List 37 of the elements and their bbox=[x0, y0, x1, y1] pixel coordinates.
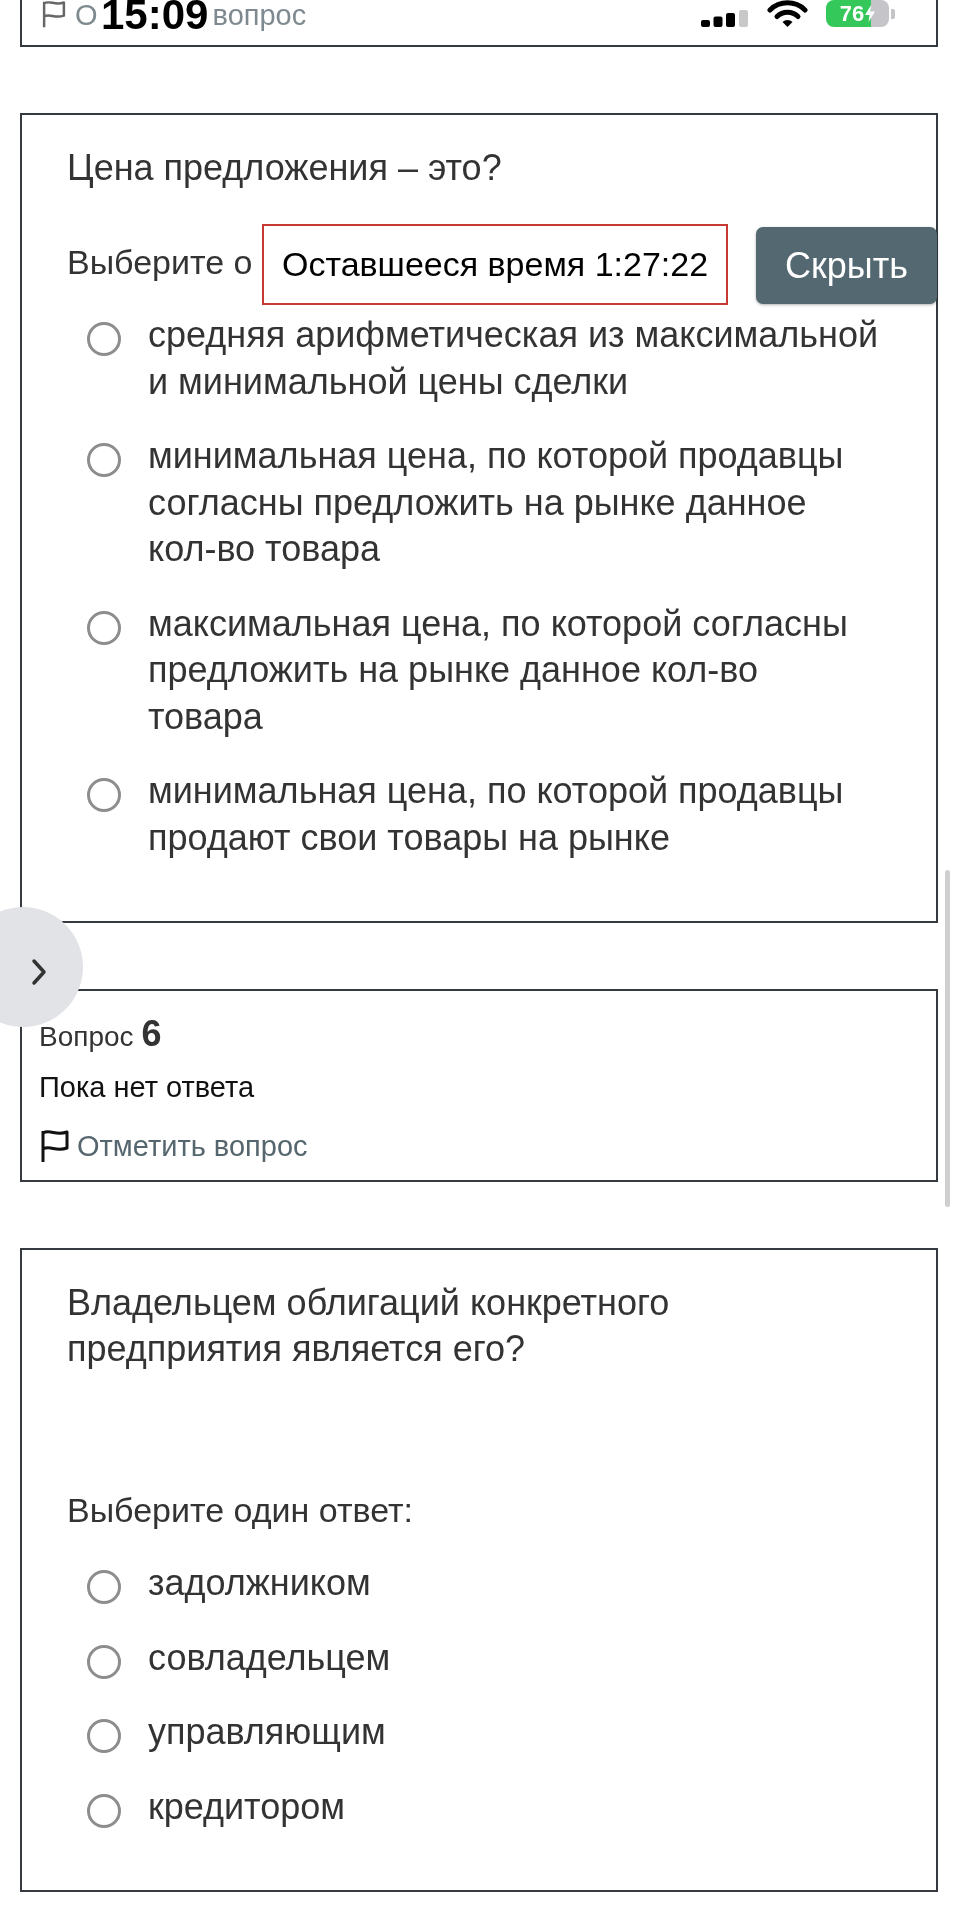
hide-button[interactable]: Скрыть bbox=[756, 227, 937, 304]
flag-question-link[interactable]: Отметить вопрос bbox=[39, 1126, 308, 1166]
radio-button[interactable] bbox=[87, 443, 121, 477]
answer-status: Пока нет ответа bbox=[39, 1070, 255, 1105]
flag-link-text[interactable]: О bbox=[75, 0, 98, 30]
radio-button[interactable] bbox=[87, 1570, 121, 1604]
scrollbar-thumb[interactable] bbox=[945, 870, 950, 1207]
radio-button[interactable] bbox=[87, 1793, 121, 1828]
signal-icon bbox=[701, 10, 748, 27]
answer-option-text[interactable]: минимальная цена, по которой продавцы продают свои товары на рынке bbox=[148, 768, 882, 861]
question-label: Вопрос bbox=[39, 1020, 134, 1054]
answer-option-text[interactable]: минимальная цена, по которой продавцы согласны предложить на рынке данное кол-во товара bbox=[148, 433, 882, 573]
chevron-right-icon bbox=[31, 958, 47, 986]
bolt-icon bbox=[865, 5, 876, 22]
radio-button[interactable] bbox=[87, 1719, 121, 1753]
radio-button[interactable] bbox=[87, 322, 121, 356]
answer-prompt: Выберите о bbox=[67, 242, 253, 283]
answer-option-text[interactable]: задолжником bbox=[148, 1560, 882, 1607]
answer-prompt: Выберите один ответ: bbox=[67, 1490, 413, 1531]
radio-button[interactable] bbox=[87, 1644, 121, 1679]
radio-button[interactable] bbox=[87, 610, 121, 645]
wifi-icon bbox=[767, 0, 808, 27]
question-text: Цена предложения – это? bbox=[67, 146, 503, 190]
answer-option-text[interactable]: максимальная цена, по которой согласны предложить на рынке данное кол-во товара bbox=[148, 600, 882, 740]
flag-icon[interactable] bbox=[39, 1129, 71, 1163]
question-text: Владельцем облигаций конкретного предприятия является его? bbox=[67, 1281, 671, 1371]
answer-option-text[interactable]: совладельцем bbox=[148, 1634, 882, 1681]
answer-option-text[interactable]: кредитором bbox=[148, 1783, 882, 1830]
radio-button[interactable] bbox=[87, 778, 121, 812]
clock-time: 15:09 bbox=[101, 0, 209, 30]
battery-percentage: 76 bbox=[839, 0, 865, 27]
time-remaining-box: Оставшееся время 1:27:22 bbox=[262, 224, 729, 305]
question-number: 6 bbox=[141, 1014, 162, 1054]
drawer-toggle-button[interactable] bbox=[0, 907, 83, 1027]
answer-option-text[interactable]: средняя арифметическая из максимальной и минимальной цены сделки bbox=[148, 312, 882, 405]
flag-link-text[interactable]: вопрос bbox=[212, 0, 307, 30]
answer-option-text[interactable]: управляющим bbox=[148, 1709, 882, 1756]
